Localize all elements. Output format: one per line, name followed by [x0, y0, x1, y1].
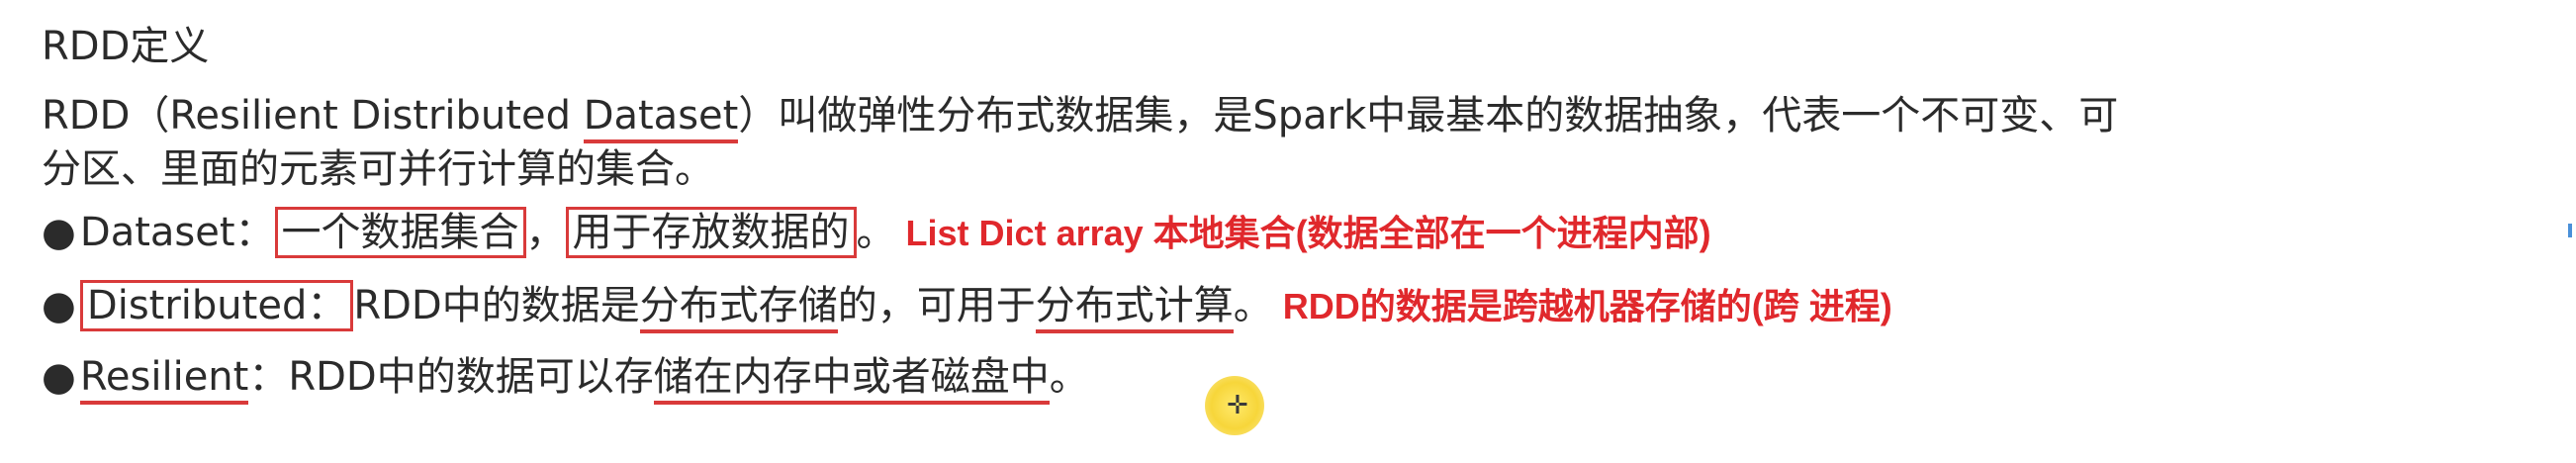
underlined-phrase-1: 分布式存储: [639, 283, 838, 333]
bullet-dataset: ● Dataset： 一个数据集合，用于存放数据的。 List Dict array …: [42, 206, 1711, 260]
period: 。: [1049, 354, 1089, 400]
boxed-phrase-1: 一个数据集合: [274, 207, 526, 258]
underlined-dataset: Dataset: [583, 93, 739, 143]
handwritten-note-2: RDD的数据是跨越机器存储的(跨 进程): [1282, 286, 1892, 326]
separator: ，: [525, 210, 566, 255]
term-distributed: Distributed：: [79, 280, 354, 331]
slide-title: RDD定义: [42, 24, 210, 69]
boxed-phrase-2: 用于存放数据的: [565, 207, 857, 258]
period: 。: [1233, 283, 1273, 328]
crosshair-cursor-icon: ✛: [1227, 391, 1248, 420]
text-a: RDD中的数据是: [353, 283, 640, 328]
bullet-distributed: ● Distributed： RDD中的数据是分布式存储的，可用于分布式计算。 RDD…: [42, 279, 1892, 333]
intro-text-a: RDD（Resilient Distributed: [42, 93, 584, 139]
term-dataset: Dataset：: [79, 210, 275, 255]
underlined-phrase-2: 分布式计算: [1035, 283, 1234, 333]
edge-marker-icon: [2568, 224, 2572, 237]
bullet-icon: ●: [42, 354, 76, 400]
period: 。: [856, 210, 896, 255]
intro-line-1: RDD（Resilient Distributed Dataset）叫做弹性分布…: [42, 89, 2119, 143]
bullet-icon: ●: [42, 283, 76, 328]
term-resilient: Resilient: [79, 354, 249, 405]
bullet-resilient: ● Resilient：RDD中的数据可以存储在内存中或者磁盘中。: [42, 350, 1089, 405]
text-b: 的，可用于: [837, 283, 1036, 328]
intro-text-b: ）叫做弹性分布式数据集，是Spark中最基本的数据抽象，代表一个不可变、可: [738, 93, 2119, 139]
text-a: ：RDD中的数据可以存: [248, 354, 654, 400]
intro-line-2: 分区、里面的元素可并行计算的集合。: [42, 146, 714, 192]
slide: RDD定义 RDD（Resilient Distributed Dataset）…: [0, 0, 2576, 463]
bullet-icon: ●: [42, 210, 76, 255]
underlined-phrase: 储在内存中或者磁盘中: [653, 354, 1050, 405]
handwritten-note-1: List Dict array 本地集合(数据全部在一个进程内部): [905, 213, 1711, 253]
